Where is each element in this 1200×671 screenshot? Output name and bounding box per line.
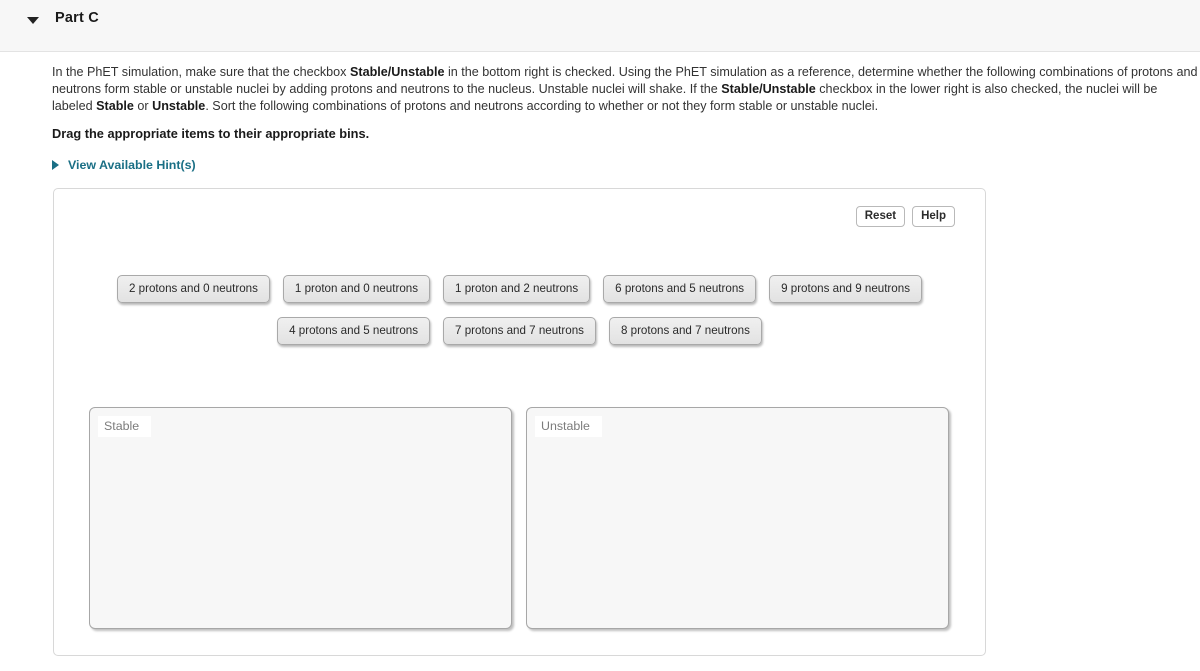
help-button[interactable]: Help (912, 206, 955, 227)
reset-button[interactable]: Reset (855, 206, 906, 227)
drag-instruction: Drag the appropriate items to their appr… (52, 126, 370, 141)
draggable-item[interactable]: 1 proton and 2 neutrons (443, 275, 591, 303)
prompt-bold-stable-unstable-2: Stable/Unstable (721, 82, 816, 96)
draggable-item[interactable]: 2 protons and 0 neutrons (116, 275, 270, 303)
drop-bin-stable[interactable]: Stable (89, 407, 512, 629)
draggable-items-row: 2 protons and 0 neutrons 1 proton and 0 … (54, 275, 985, 303)
answer-panel: Reset Help 2 protons and 0 neutrons 1 pr… (53, 188, 986, 656)
caret-down-icon[interactable] (27, 17, 39, 24)
draggable-item[interactable]: 4 protons and 5 neutrons (277, 317, 431, 345)
draggable-item[interactable]: 6 protons and 5 neutrons (603, 275, 757, 303)
draggable-item[interactable]: 1 proton and 0 neutrons (282, 275, 431, 303)
draggable-items-row: 4 protons and 5 neutrons 7 protons and 7… (54, 317, 985, 345)
page-title: Part C (55, 10, 99, 26)
view-hints-label: View Available Hint(s) (68, 158, 196, 172)
drop-bins-area: Stable Unstable (89, 407, 950, 629)
prompt-bold-stable: Stable (96, 99, 134, 113)
prompt-bold-stable-unstable-1: Stable/Unstable (349, 65, 445, 79)
prompt-seg-4: or (133, 99, 153, 113)
prompt-seg-1: In the PhET simulation, make sure that t… (52, 65, 350, 79)
part-header-bar: Part C (0, 0, 1200, 52)
drop-bin-unstable[interactable]: Unstable (526, 407, 949, 629)
view-hints-link[interactable]: View Available Hint(s) (52, 157, 196, 173)
prompt-seg-5: . Sort the following combinations of pro… (205, 99, 879, 113)
draggable-item[interactable]: 8 protons and 7 neutrons (608, 317, 762, 345)
prompt-bold-unstable: Unstable (152, 99, 206, 113)
draggable-item[interactable]: 9 protons and 9 neutrons (769, 275, 922, 303)
draggable-item[interactable]: 7 protons and 7 neutrons (443, 317, 596, 345)
caret-right-icon (52, 160, 59, 170)
drop-bin-label: Stable (98, 416, 152, 437)
question-prompt: In the PhET simulation, make sure that t… (52, 64, 1200, 115)
drop-bin-label: Unstable (535, 416, 602, 437)
draggable-items-area: 2 protons and 0 neutrons 1 proton and 0 … (54, 275, 985, 359)
panel-toolbar: Reset Help (855, 206, 955, 227)
